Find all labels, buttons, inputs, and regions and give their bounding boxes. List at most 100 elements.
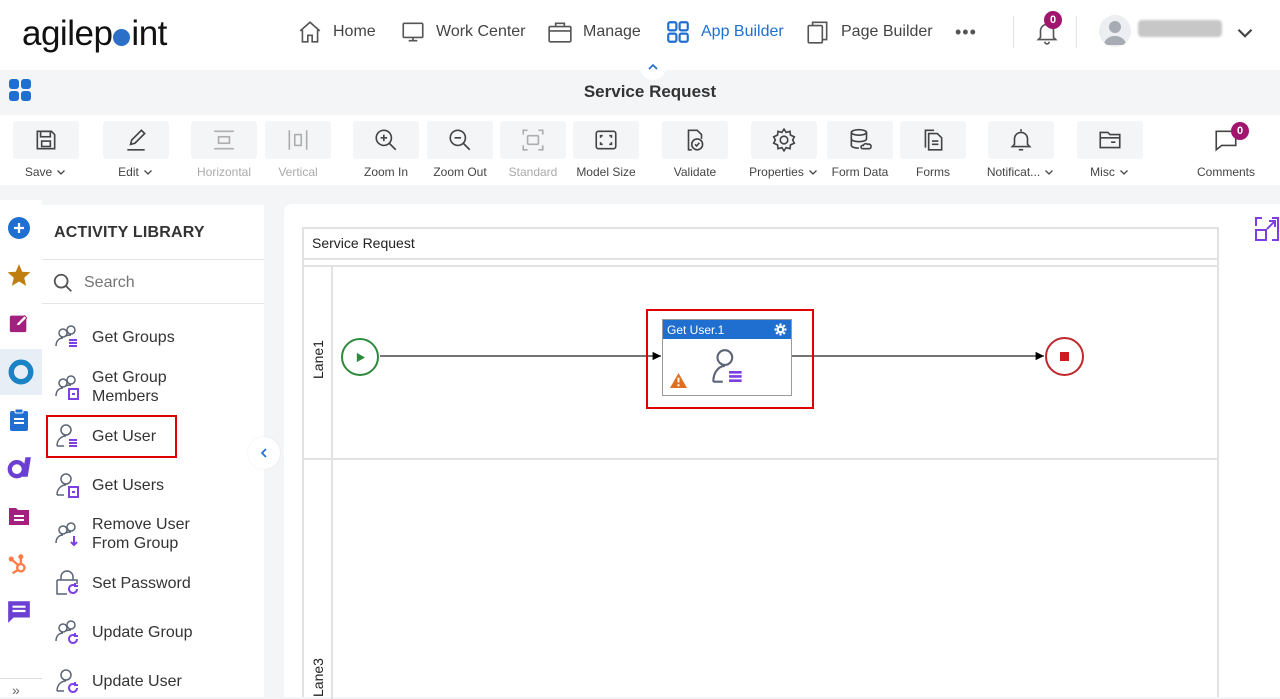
library-title: ACTIVITY LIBRARY — [54, 224, 205, 241]
home-icon — [299, 21, 321, 43]
left-icon-rail: » — [0, 200, 42, 698]
library-item-remove-user-from-group[interactable]: Remove User From Group — [52, 515, 192, 553]
library-item-get-users[interactable]: Get Users — [52, 470, 164, 500]
library-item-label: Get Users — [92, 476, 165, 494]
database-icon — [850, 128, 872, 150]
nav-divider — [1013, 16, 1014, 48]
rail-divider — [0, 678, 42, 679]
agilepoint-logo[interactable]: agilep int — [22, 14, 167, 54]
logo-dot — [113, 29, 131, 46]
lane-header-divider — [331, 267, 333, 699]
swimlane-pool[interactable]: Service Request Lane1 Lane3 — [302, 227, 1219, 699]
library-item-update-group[interactable]: Update Group — [52, 617, 193, 647]
forms-button[interactable]: Forms — [900, 121, 966, 179]
standard-size-button[interactable]: Standard — [500, 121, 566, 179]
chat-icon[interactable] — [6, 598, 32, 624]
nav-app-builder[interactable]: App Builder — [665, 18, 784, 46]
toolbar-label: Properties — [749, 165, 804, 179]
zoom-out-button[interactable]: Zoom Out — [427, 121, 493, 179]
chevron-down-icon — [143, 170, 152, 175]
nav-manage[interactable]: Manage — [547, 18, 641, 46]
briefcase-icon — [548, 22, 572, 43]
library-item-label: Get Group Members — [92, 369, 167, 405]
library-item-label: Update Group — [92, 623, 193, 641]
library-item-set-password[interactable]: Set Password — [52, 568, 191, 598]
user-doc-icon — [56, 473, 79, 498]
play-icon — [356, 352, 365, 362]
expand-rail-button[interactable]: » — [12, 682, 20, 698]
folder-doc-icon[interactable] — [6, 503, 32, 529]
zoom-in-button[interactable]: Zoom In — [353, 121, 419, 179]
library-item-update-user[interactable]: Update User — [52, 666, 182, 696]
add-icon[interactable] — [6, 215, 32, 241]
notifications-toolbar-button[interactable]: Notificat... — [987, 121, 1054, 179]
lane-label-lane3[interactable]: Lane3 — [310, 658, 326, 697]
user-refresh-icon — [56, 669, 78, 693]
lane-label-lane1[interactable]: Lane1 — [310, 340, 326, 379]
align-vertical-icon — [288, 130, 308, 150]
lane-divider — [304, 458, 1217, 460]
more-dots-icon: ••• — [955, 21, 977, 42]
model-size-button[interactable]: Model Size — [573, 121, 639, 179]
library-search-input[interactable] — [84, 274, 234, 292]
save-disk-icon — [36, 130, 56, 150]
user-group-doc-icon — [55, 375, 79, 400]
misc-button[interactable]: Misc — [1077, 121, 1143, 179]
toolbar-label: Save — [24, 165, 53, 179]
chevron-left-icon — [260, 448, 267, 458]
edit-button[interactable]: Edit — [103, 121, 169, 179]
chevron-down-icon — [1237, 28, 1253, 38]
nav-work-center[interactable]: Work Center — [400, 18, 526, 46]
properties-button[interactable]: Properties — [749, 121, 817, 179]
vertical-align-button[interactable]: Vertical — [265, 121, 331, 179]
edit-form-icon[interactable] — [6, 310, 32, 336]
more-menu-button[interactable]: ••• — [955, 18, 977, 46]
end-event[interactable] — [1045, 337, 1084, 376]
toolbar-label: Misc — [1090, 165, 1115, 179]
nav-label: Home — [333, 23, 376, 40]
library-item-get-groups[interactable]: Get Groups — [52, 322, 175, 352]
library-divider — [42, 259, 264, 260]
expand-canvas-icon[interactable] — [1254, 216, 1280, 247]
nav-home[interactable]: Home — [297, 18, 376, 46]
favorites-star-icon[interactable] — [6, 262, 32, 288]
stop-icon — [1060, 352, 1069, 361]
library-item-get-group-members[interactable]: Get Group Members — [52, 368, 172, 406]
save-button[interactable]: Save — [13, 121, 79, 179]
toolbar-label: Zoom In — [363, 165, 408, 179]
user-avatar[interactable] — [1099, 15, 1131, 47]
hubspot-icon[interactable] — [6, 552, 32, 578]
toolbar-label: Edit — [118, 165, 139, 179]
chevron-up-icon — [648, 63, 658, 70]
form-data-button[interactable]: Form Data — [827, 121, 893, 179]
align-horizontal-icon — [214, 130, 234, 150]
chevron-down-icon — [1119, 170, 1128, 175]
toolbar-label: Validate — [673, 165, 717, 179]
nav-divider — [1076, 16, 1077, 48]
toolbar: Save Edit Horizontal Vertical Zoom In Zo… — [0, 115, 1280, 185]
start-event[interactable] — [341, 338, 379, 376]
gear-icon — [772, 127, 796, 153]
logo-text-end: int — [131, 14, 167, 53]
user-menu-chevron[interactable] — [1232, 19, 1258, 47]
toolbar-label: Standard — [508, 165, 558, 179]
pool-divider — [304, 265, 1217, 267]
toolbar-label: Zoom Out — [433, 165, 487, 179]
library-item-label: Set Password — [92, 574, 191, 592]
agilepoint-circle-icon[interactable] — [0, 349, 42, 395]
nav-label: Page Builder — [841, 23, 933, 40]
pencil-icon — [127, 129, 146, 151]
lock-refresh-icon — [56, 570, 78, 595]
clipboard-icon[interactable] — [6, 407, 32, 433]
comments-button[interactable]: Comments — [1193, 121, 1259, 179]
horizontal-align-button[interactable]: Horizontal — [191, 121, 257, 179]
zoom-out-icon — [449, 129, 471, 151]
get-user-highlight-box — [46, 415, 177, 458]
collapse-header-button[interactable] — [640, 54, 666, 80]
validate-button[interactable]: Validate — [662, 121, 728, 179]
salesforce-a-icon[interactable] — [6, 454, 32, 480]
collapse-library-button[interactable] — [248, 437, 280, 469]
library-divider — [42, 303, 264, 304]
nav-page-builder[interactable]: Page Builder — [805, 18, 933, 46]
library-item-label: Update User — [92, 672, 182, 690]
